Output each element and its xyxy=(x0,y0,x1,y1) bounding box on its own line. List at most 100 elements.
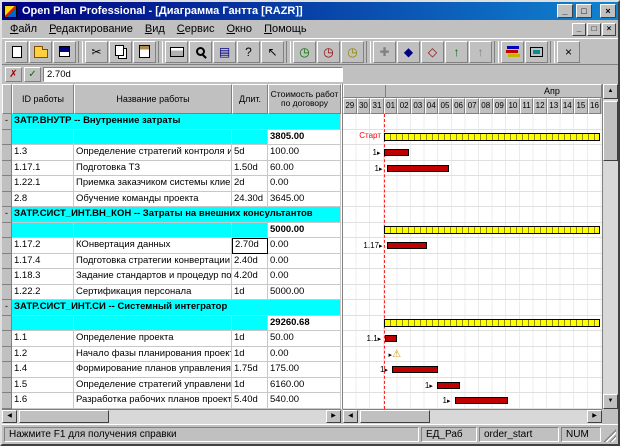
help-button[interactable]: ? xyxy=(237,41,260,63)
cell-activity-name[interactable]: Подготовка ТЗ xyxy=(74,161,232,177)
cell-activity-id[interactable]: 1.4 xyxy=(12,362,74,378)
cell-activity-id[interactable]: 1.5 xyxy=(12,378,74,394)
cell-activity-id[interactable]: 1.6 xyxy=(12,393,74,409)
delete-button[interactable]: × xyxy=(557,41,580,63)
menu-item-5[interactable]: Помощь xyxy=(258,22,313,36)
timescale-day-16[interactable]: 16 xyxy=(588,98,602,114)
collapse-toggle[interactable]: - xyxy=(2,114,12,130)
gantt-task-bar[interactable] xyxy=(385,335,397,342)
table-row[interactable]: 2.8Обучение команды проекта24.30d3645.00 xyxy=(2,192,341,208)
cell-duration[interactable]: 2.40d xyxy=(232,254,268,270)
cell-duration[interactable] xyxy=(232,316,268,332)
paste-button[interactable] xyxy=(133,41,156,63)
menu-item-2[interactable]: Вид xyxy=(139,22,171,36)
add-activity-button[interactable]: ✚ xyxy=(373,41,396,63)
cut-button[interactable]: ✂ xyxy=(85,41,108,63)
cell-activity-name[interactable] xyxy=(74,316,232,332)
gantt-task-bar[interactable] xyxy=(455,397,508,404)
timescale-day-03[interactable]: 03 xyxy=(411,98,425,114)
cell-activity-id[interactable]: 2.8 xyxy=(12,192,74,208)
cell-activity-name[interactable] xyxy=(74,130,232,146)
cell-activity-name[interactable]: Разработка рабочих планов проекта xyxy=(74,393,232,409)
cell-activity-name[interactable]: Задание стандартов и процедур по д xyxy=(74,269,232,285)
gantt-task-bar[interactable] xyxy=(437,382,460,389)
cell-activity-name[interactable]: Определение стратегий управления xyxy=(74,378,232,394)
header-duration[interactable]: Длит. xyxy=(232,84,268,114)
timescale-day-14[interactable]: 14 xyxy=(561,98,575,114)
collapse-toggle[interactable]: - xyxy=(2,300,12,316)
table-scroll-track[interactable] xyxy=(17,410,326,424)
cell-duration[interactable]: 2.70d xyxy=(232,238,268,254)
cell-duration[interactable] xyxy=(232,223,268,239)
menu-item-0[interactable]: Файл xyxy=(4,22,43,36)
print-preview-button[interactable] xyxy=(189,41,212,63)
cell-contract-cost[interactable]: 6160.00 xyxy=(268,378,341,394)
cell-contract-cost[interactable]: 0.00 xyxy=(268,347,341,363)
timescale-day-30[interactable]: 30 xyxy=(357,98,371,114)
gantt-scroll-right-button[interactable]: ▶ xyxy=(587,410,602,423)
table-row[interactable]: 3805.00 xyxy=(2,130,341,146)
table-row[interactable]: 1.22.2Сертификация персонала1d5000.00 xyxy=(2,285,341,301)
timescale-day-01[interactable]: 01 xyxy=(384,98,398,114)
cell-contract-cost[interactable]: 540.00 xyxy=(268,393,341,409)
gantt-summary-bar[interactable] xyxy=(384,226,600,234)
timescale-day-08[interactable]: 08 xyxy=(479,98,493,114)
clock-red-button[interactable]: ◷ xyxy=(317,41,340,63)
cell-duration[interactable]: 5d xyxy=(232,145,268,161)
timescale-day-05[interactable]: 05 xyxy=(438,98,452,114)
cell-activity-name[interactable]: Подготовка стратегии конвертации xyxy=(74,254,232,270)
table-row[interactable]: 29260.68 xyxy=(2,316,341,332)
table-row[interactable]: 1.17.2КОнвертация данных2.70d0.00 xyxy=(2,238,341,254)
gantt-task-bar[interactable] xyxy=(387,242,428,249)
cell-contract-cost[interactable]: 0.00 xyxy=(268,176,341,192)
cell-activity-id[interactable] xyxy=(12,316,74,332)
edit-confirm-button[interactable]: ✓ xyxy=(24,67,41,82)
cell-duration[interactable]: 1d xyxy=(232,285,268,301)
cell-contract-cost[interactable]: 175.00 xyxy=(268,362,341,378)
table-row[interactable]: -ЗАТР.СИСТ_ИНТ.СИ -- Системный интеграто… xyxy=(2,300,341,316)
cell-activity-name[interactable] xyxy=(74,223,232,239)
clock-yellow-button[interactable]: ◷ xyxy=(341,41,364,63)
menu-item-3[interactable]: Сервис xyxy=(171,22,221,36)
timescale-day-31[interactable]: 31 xyxy=(370,98,384,114)
cell-duration[interactable]: 5.40d xyxy=(232,393,268,409)
gantt-scroll-track[interactable] xyxy=(358,410,587,424)
cell-activity-id[interactable] xyxy=(12,223,74,239)
cell-contract-cost[interactable]: 3645.00 xyxy=(268,192,341,208)
table-row[interactable]: 1.18.3Задание стандартов и процедур по д… xyxy=(2,269,341,285)
vertical-scrollbar[interactable]: ▲ ▼ xyxy=(602,84,618,409)
table-row[interactable]: 1.2Начало фазы планирования проекта1d0.0… xyxy=(2,347,341,363)
table-row[interactable]: 1.17.1Подготовка ТЗ1.50d60.00 xyxy=(2,161,341,177)
timescale-day-12[interactable]: 12 xyxy=(533,98,547,114)
table-scroll-thumb[interactable] xyxy=(19,410,109,423)
gantt-horizontal-scrollbar[interactable]: ◀ ▶ xyxy=(343,409,602,424)
cell-activity-name[interactable]: Формирование планов управления xyxy=(74,362,232,378)
gantt-summary-bar[interactable] xyxy=(384,319,600,327)
open-file-button[interactable] xyxy=(29,41,52,63)
copy-button[interactable] xyxy=(109,41,132,63)
timescale-day-07[interactable]: 07 xyxy=(465,98,479,114)
cell-contract-cost[interactable]: 29260.68 xyxy=(268,316,341,332)
cell-duration[interactable]: 24.30d xyxy=(232,192,268,208)
cell-activity-id[interactable]: 1.2 xyxy=(12,347,74,363)
minimize-button[interactable]: _ xyxy=(557,4,573,18)
mdi-close-button[interactable]: × xyxy=(602,23,616,36)
gantt-view-button[interactable] xyxy=(501,41,524,63)
table-row[interactable]: 1.3Определение стратегий контроля и отч5… xyxy=(2,145,341,161)
cell-activity-id[interactable]: 1.1 xyxy=(12,331,74,347)
timescale-day-06[interactable]: 06 xyxy=(452,98,466,114)
cell-contract-cost[interactable]: 0.00 xyxy=(268,269,341,285)
cell-contract-cost[interactable]: 60.00 xyxy=(268,161,341,177)
close-button[interactable]: × xyxy=(600,4,616,18)
clock-green-button[interactable]: ◷ xyxy=(293,41,316,63)
save-button[interactable] xyxy=(53,41,76,63)
timescale-day-10[interactable]: 10 xyxy=(506,98,520,114)
cell-duration[interactable]: 2d xyxy=(232,176,268,192)
header-activity-id[interactable]: ID работы xyxy=(12,84,74,114)
table-row[interactable]: 1.5Определение стратегий управления1d616… xyxy=(2,378,341,394)
gantt-scroll-thumb[interactable] xyxy=(360,410,430,423)
cell-activity-id[interactable]: 1.17.2 xyxy=(12,238,74,254)
cell-contract-cost[interactable]: 0.00 xyxy=(268,238,341,254)
table-row[interactable]: 1.1Определение проекта1d50.00 xyxy=(2,331,341,347)
mdi-minimize-button[interactable]: _ xyxy=(572,23,586,36)
